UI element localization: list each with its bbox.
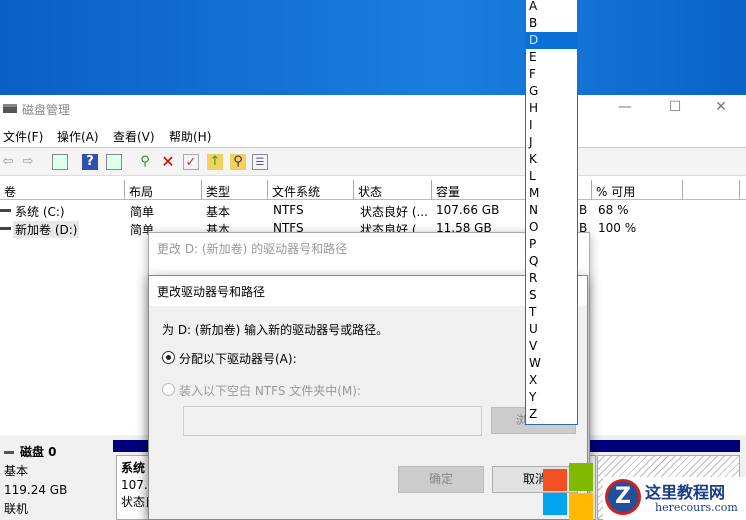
drive-letter-option[interactable]: Q <box>526 253 577 270</box>
percent-free: 68 % <box>598 203 629 217</box>
col-type[interactable]: 类型 <box>202 180 268 200</box>
col-percent-free[interactable]: % 可用 <box>592 180 683 200</box>
col-blank <box>683 180 740 200</box>
drive-letter-option[interactable]: G <box>526 83 577 100</box>
watermark-title: 这里教程网 <box>645 483 726 502</box>
filesystem: NTFS <box>273 203 304 217</box>
app-icon <box>3 104 17 113</box>
folder-path-input[interactable] <box>183 406 482 436</box>
toolbar: ⇦ ⇨ ? ⚲ ✕ ✓ ↑ ⚲ ☰ <box>0 148 746 176</box>
mount-folder-label[interactable]: 装入以下空白 NTFS 文件夹中(M): <box>179 382 361 399</box>
disk-size: 119.24 GB <box>4 483 68 497</box>
drive-letter-option[interactable]: K <box>526 151 577 168</box>
disk-icon <box>4 451 14 454</box>
drive-letter-option[interactable]: T <box>526 304 577 321</box>
volume-name: 系统 (C:) <box>15 205 65 219</box>
menu-view[interactable]: 查看(V) <box>113 128 155 145</box>
disk-name: 磁盘 0 <box>20 445 57 459</box>
volume-name: 新加卷 (D:) <box>13 221 80 238</box>
drive-letter-option[interactable]: P <box>526 236 577 253</box>
list-icon[interactable]: ☰ <box>252 154 268 170</box>
drive-letter-option[interactable]: R <box>526 270 577 287</box>
drive-letter-option[interactable]: U <box>526 321 577 338</box>
console-tree-icon[interactable] <box>52 154 68 170</box>
mount-folder-radio[interactable] <box>162 383 175 396</box>
assign-letter-radio[interactable] <box>162 351 175 364</box>
help-icon[interactable]: ? <box>82 154 98 170</box>
disk-type: 基本 <box>4 464 29 478</box>
disk-info: 磁盘 0 基本 119.24 GB 联机 <box>0 435 110 520</box>
drive-letter-option[interactable]: O <box>526 219 577 236</box>
col-filesystem[interactable]: 文件系统 <box>268 180 354 200</box>
col-layout[interactable]: 布局 <box>125 180 202 200</box>
percent-free: 100 % <box>598 221 637 235</box>
window-title: 磁盘管理 <box>22 103 71 117</box>
menu-action[interactable]: 操作(A) <box>57 128 99 145</box>
drive-letter-option[interactable]: X <box>526 372 577 389</box>
drive-letter-dropdown-list[interactable]: ABDEFGHIJKLMNOPQRSTUVWXYZ <box>525 0 578 425</box>
drive-letter-option[interactable]: Z <box>526 406 577 423</box>
delete-icon[interactable]: ✕ <box>160 154 176 170</box>
layout: 简单 <box>130 205 155 219</box>
desktop-background <box>0 0 746 95</box>
col-status[interactable]: 状态 <box>354 180 432 200</box>
free-space: B <box>579 203 588 217</box>
watermark-logo: Z 这里教程网 herecours.com <box>543 463 746 520</box>
search-icon[interactable]: ⚲ <box>230 154 246 170</box>
drive-letter-option[interactable]: V <box>526 338 577 355</box>
drive-letter-option[interactable]: D <box>526 32 577 49</box>
volume-table-header: 卷 布局 类型 文件系统 状态 容量 % 可用 <box>0 180 746 200</box>
table-row[interactable]: 系统 (C:) 简单 基本 NTFS 状态良好 (... 107.66 GB B… <box>0 201 746 219</box>
drive-letter-option[interactable]: B <box>526 15 577 32</box>
close-button[interactable]: ✕ <box>706 99 736 115</box>
drive-letter-option[interactable]: I <box>526 117 577 134</box>
maximize-button[interactable]: ☐ <box>660 99 690 115</box>
disk-state: 联机 <box>4 502 29 516</box>
drive-icon <box>0 209 11 212</box>
ok-button[interactable]: 确定 <box>398 466 484 493</box>
drive-letter-option[interactable]: Y <box>526 389 577 406</box>
menu-file[interactable]: 文件(F) <box>3 128 43 145</box>
drive-letter-option[interactable]: A <box>526 0 577 15</box>
import-icon[interactable]: ↑ <box>207 154 223 170</box>
dialog-title: 更改驱动器号和路径 <box>149 276 587 306</box>
drive-letter-option[interactable]: W <box>526 355 577 372</box>
drive-letter-option[interactable]: J <box>526 134 577 151</box>
drive-letter-option[interactable]: F <box>526 66 577 83</box>
type: 基本 <box>206 205 231 219</box>
connect-icon[interactable]: ⚲ <box>137 154 153 170</box>
properties-icon[interactable]: ✓ <box>183 154 199 170</box>
change-drive-letter-dialog: 更改驱动器号和路径 为 D: (新加卷) 输入新的驱动器号或路径。 分配以下驱动… <box>148 275 588 520</box>
watermark-url: herecours.com <box>655 501 738 514</box>
menu-help[interactable]: 帮助(H) <box>169 128 211 145</box>
drive-letter-option[interactable]: N <box>526 202 577 219</box>
action-pane-icon[interactable] <box>106 154 122 170</box>
drive-icon <box>0 227 11 230</box>
minimize-button[interactable]: — <box>610 99 640 115</box>
back-icon[interactable]: ⇦ <box>0 154 16 170</box>
drive-letter-option[interactable]: S <box>526 287 577 304</box>
capacity: 107.66 GB <box>436 203 500 217</box>
menu-bar: 文件(F) 操作(A) 查看(V) 帮助(H) <box>0 123 746 148</box>
col-volume[interactable]: 卷 <box>0 180 125 200</box>
drive-letter-option[interactable]: E <box>526 49 577 66</box>
dialog-back-title: 更改 D: (新加卷) 的驱动器号和路径 <box>149 233 589 275</box>
drive-letter-option[interactable]: L <box>526 168 577 185</box>
status: 状态良好 (... <box>360 205 428 219</box>
dialog-prompt: 为 D: (新加卷) 输入新的驱动器号或路径。 <box>162 323 389 337</box>
forward-icon[interactable]: ⇨ <box>20 154 36 170</box>
drive-letter-option[interactable]: M <box>526 185 577 202</box>
drive-letter-option[interactable]: H <box>526 100 577 117</box>
assign-letter-label[interactable]: 分配以下驱动器号(A): <box>179 350 297 367</box>
title-bar: 磁盘管理 — ☐ ✕ <box>0 95 746 123</box>
